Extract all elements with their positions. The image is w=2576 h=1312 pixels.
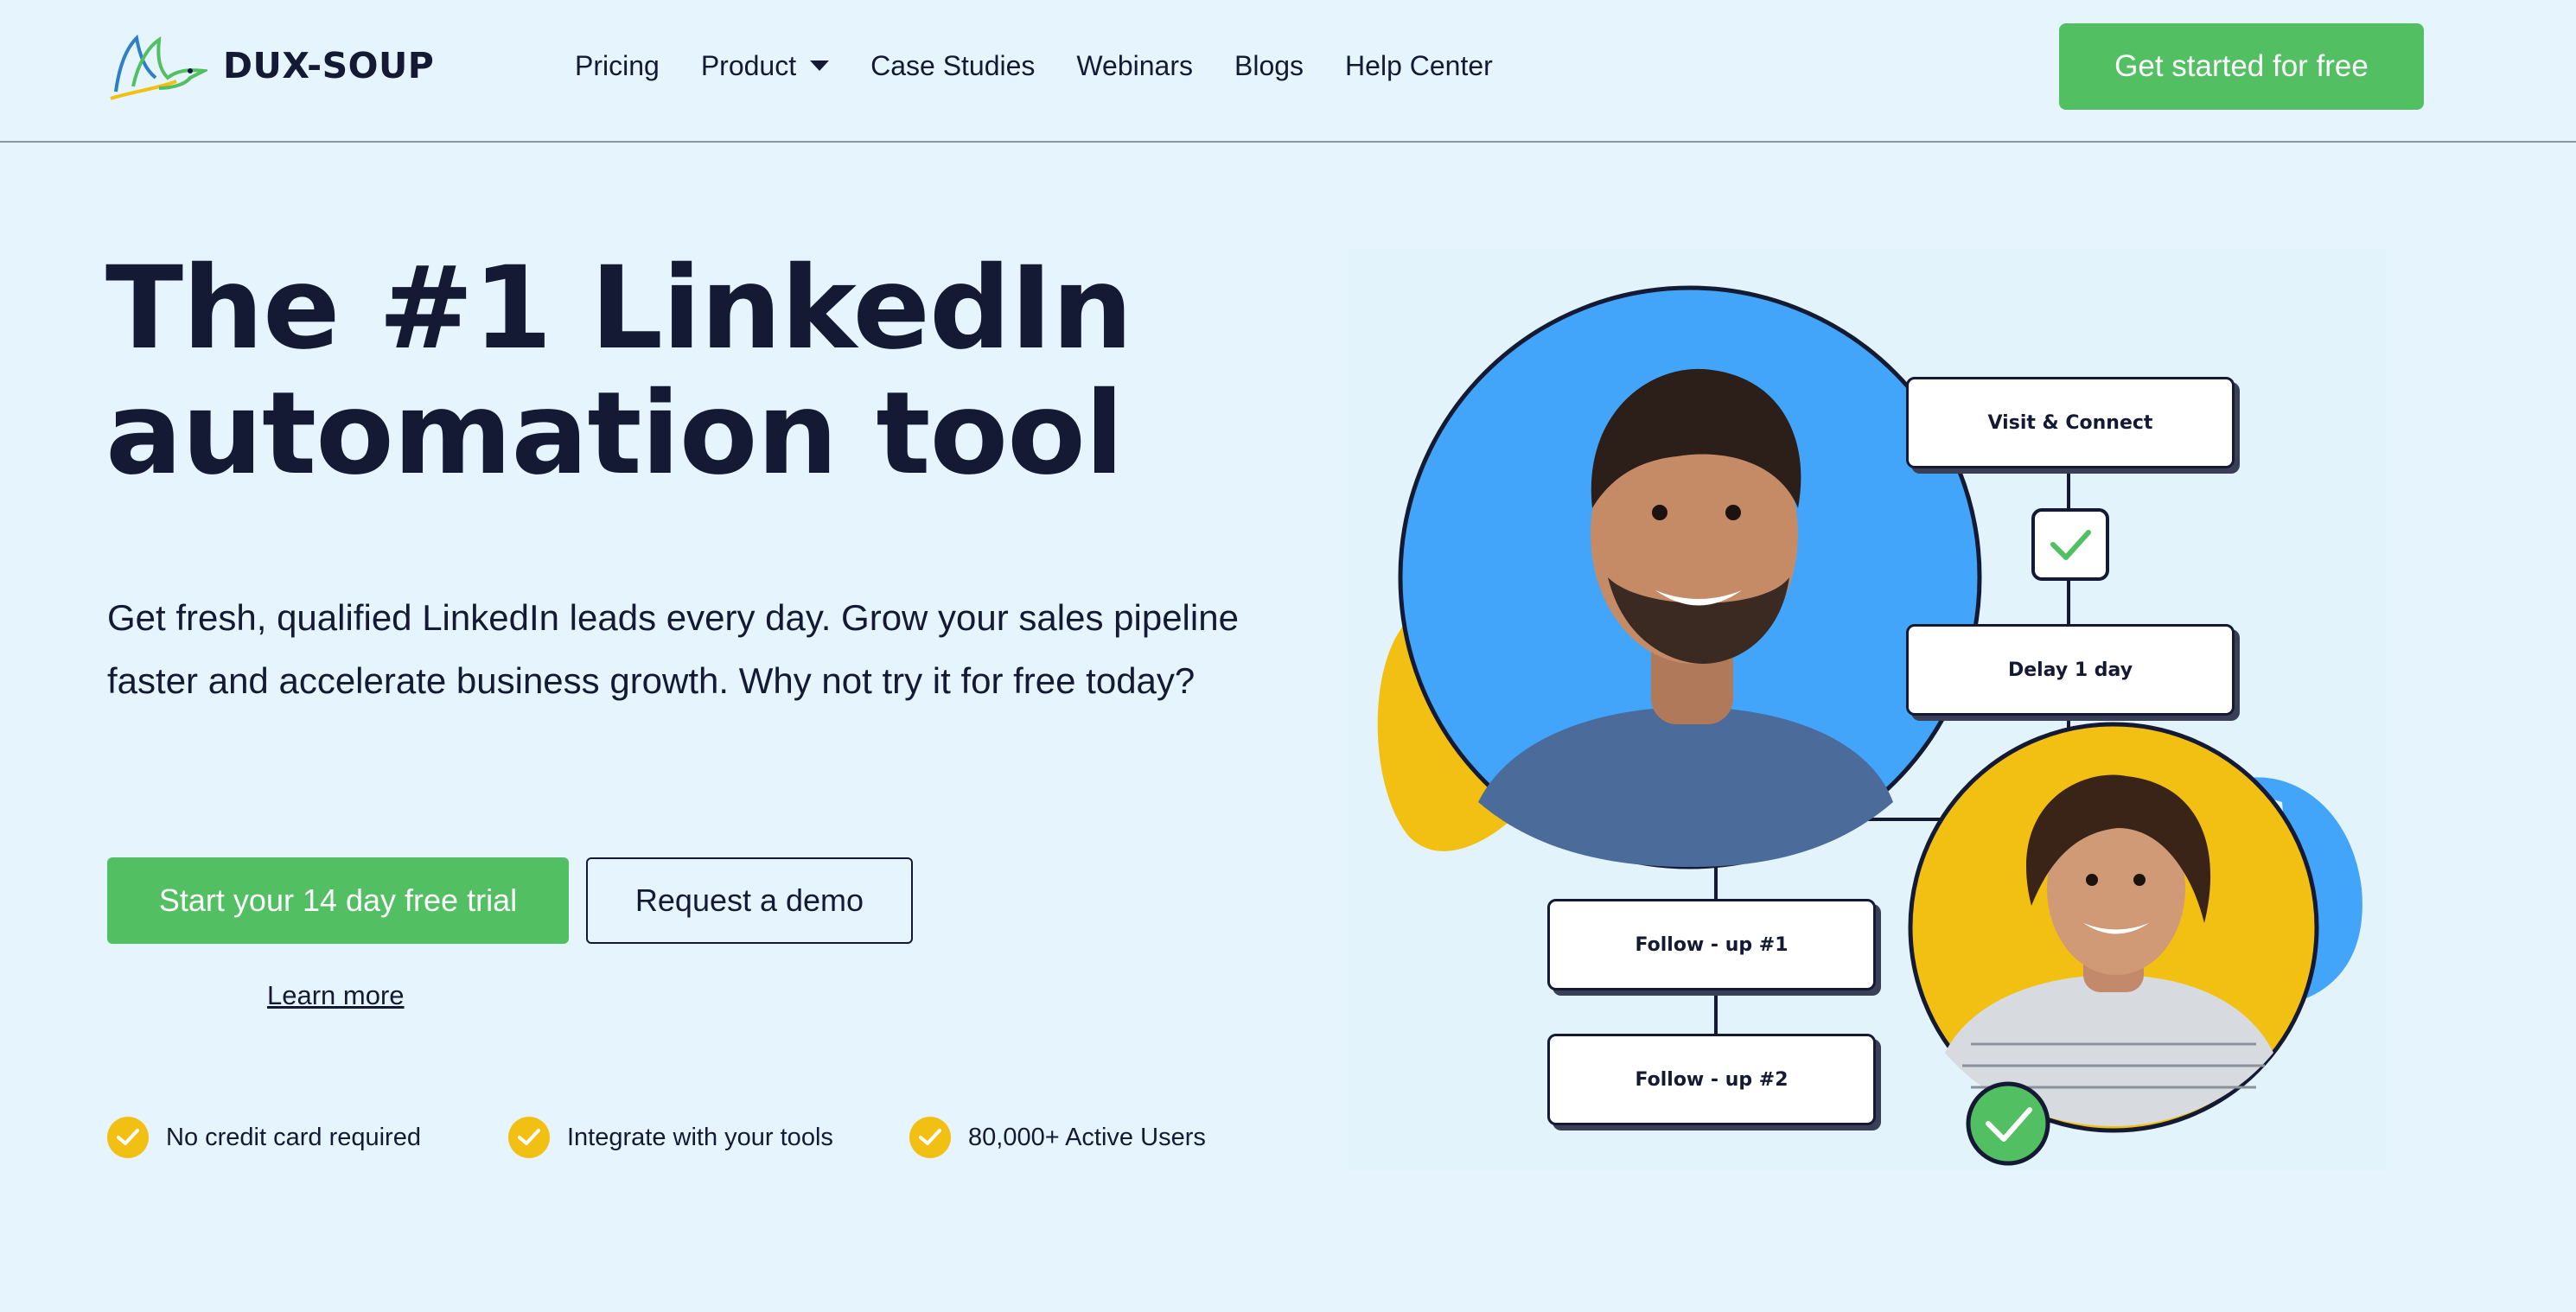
brand-logo[interactable]: DUX-SOUP xyxy=(107,31,434,100)
nav-case-studies[interactable]: Case Studies xyxy=(870,50,1035,82)
hero-title-line2: automation tool xyxy=(105,367,1124,500)
feature-item: 80,000+ Active Users xyxy=(909,1115,1206,1160)
feature-label: 80,000+ Active Users xyxy=(968,1123,1206,1151)
nav-pricing[interactable]: Pricing xyxy=(575,50,660,82)
nav-blogs[interactable]: Blogs xyxy=(1234,50,1304,82)
nav-case-studies-label: Case Studies xyxy=(870,49,1036,81)
feature-item: Integrate with your tools xyxy=(508,1115,833,1160)
feature-item: No credit card required xyxy=(107,1115,421,1160)
hero-subtitle: Get fresh, qualified LinkedIn leads ever… xyxy=(107,597,1239,701)
nav-webinars[interactable]: Webinars xyxy=(1076,50,1193,82)
nav-product[interactable]: Product xyxy=(700,49,830,82)
feature-label: Integrate with your tools xyxy=(567,1123,833,1151)
check-icon xyxy=(508,1117,550,1158)
chevron-down-icon xyxy=(810,61,830,71)
nav-product-label: Product xyxy=(700,49,797,81)
brand-name: DUX-SOUP xyxy=(223,45,435,86)
flow-step-follow-up-2: Follow - up #2 xyxy=(1547,1034,1876,1125)
request-demo-button[interactable]: Request a demo xyxy=(586,857,913,944)
connection-check-icon xyxy=(2031,508,2109,581)
start-trial-button[interactable]: Start your 14 day free trial xyxy=(107,857,569,944)
success-check-icon xyxy=(1966,1081,2050,1166)
main-nav: Pricing Product Case Studies Webinars Bl… xyxy=(575,40,1534,92)
nav-pricing-label: Pricing xyxy=(575,49,660,81)
check-icon xyxy=(909,1117,951,1158)
flow-step-follow-up-1: Follow - up #1 xyxy=(1547,899,1876,990)
hero-title: The #1 LinkedIn automation tool xyxy=(105,246,1229,497)
duck-logo-icon xyxy=(110,34,207,100)
check-icon xyxy=(107,1117,149,1158)
nav-help-center-label: Help Center xyxy=(1345,49,1493,81)
feature-label: No credit card required xyxy=(166,1123,421,1151)
nav-webinars-label: Webinars xyxy=(1076,49,1193,81)
get-started-button[interactable]: Get started for free xyxy=(2059,23,2424,110)
flow-step-visit-connect: Visit & Connect xyxy=(1906,377,2235,468)
hero-title-line1: The #1 LinkedIn xyxy=(105,242,1133,375)
workflow-illustration: Visit & Connect Delay 1 day Follow - up … xyxy=(1349,249,2386,1170)
flow-step-delay: Delay 1 day xyxy=(1906,624,2235,716)
site-header: DUX-SOUP Pricing Product Case Studies We… xyxy=(0,0,2576,143)
learn-more-link[interactable]: Learn more xyxy=(267,980,405,1011)
nav-blogs-label: Blogs xyxy=(1234,49,1304,81)
nav-help-center[interactable]: Help Center xyxy=(1345,50,1493,82)
